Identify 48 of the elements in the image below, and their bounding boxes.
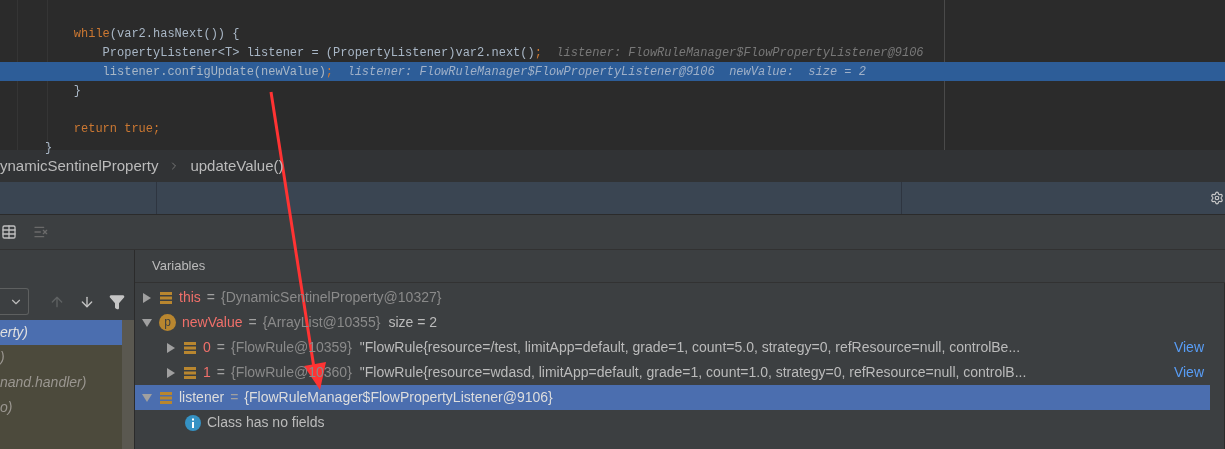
filter-icon[interactable] bbox=[109, 293, 125, 310]
breadcrumb-item[interactable]: ynamicSentinelProperty bbox=[0, 154, 159, 178]
variable-name: 1 bbox=[203, 363, 211, 382]
view-link[interactable]: View bbox=[1173, 337, 1204, 358]
equals-sign: = bbox=[206, 288, 215, 307]
code-text: return true; bbox=[72, 120, 161, 138]
equals-sign: = bbox=[216, 338, 225, 357]
variable-value: size = 2 bbox=[388, 313, 437, 332]
inline-value-hint: listener: FlowRuleManager$FlowPropertyListener@9106 newValue: size = 2 bbox=[346, 63, 866, 81]
field-icon bbox=[159, 290, 173, 305]
variable-value: "FlowRule{resource=wdasd, limitApp=default, grade=1, count=1.0, strategy=0, refResource=null, controlB... bbox=[359, 363, 1027, 382]
field-icon bbox=[183, 365, 197, 380]
variable-name: newValue bbox=[182, 313, 243, 332]
scrollbar[interactable] bbox=[122, 320, 134, 449]
equals-sign: = bbox=[248, 313, 257, 332]
info-message: Class has no fields bbox=[207, 413, 325, 432]
parameter-icon: p bbox=[159, 314, 176, 331]
variable-name: 0 bbox=[203, 338, 211, 357]
stack-frame[interactable]: erty) bbox=[0, 320, 122, 345]
stack-frame[interactable]: nand.handler) bbox=[0, 370, 122, 395]
code-text: } bbox=[45, 139, 53, 157]
panel-title: Variables bbox=[152, 257, 206, 276]
code-text: ; bbox=[325, 63, 334, 81]
variable-name: listener bbox=[179, 388, 225, 407]
field-icon bbox=[159, 390, 173, 405]
equals-sign: = bbox=[230, 388, 239, 407]
code-text: } bbox=[72, 82, 81, 100]
expand-icon[interactable] bbox=[141, 291, 153, 304]
view-link[interactable]: View bbox=[1173, 362, 1204, 383]
code-text: listener.configUpdate(newValue) bbox=[101, 63, 326, 81]
expand-icon[interactable] bbox=[165, 366, 177, 379]
code-text: while bbox=[72, 25, 110, 43]
variable-name: this bbox=[179, 288, 201, 307]
inline-value-hint: listener: FlowRuleManager$FlowPropertyListener@9106 bbox=[555, 44, 924, 62]
code-text: ; bbox=[534, 44, 542, 62]
table-icon[interactable] bbox=[1, 224, 17, 240]
collapse-icon[interactable] bbox=[141, 316, 153, 329]
field-icon bbox=[183, 340, 197, 355]
code-text: PropertyListener<T> listener = (PropertyListener)var2.next() bbox=[101, 44, 535, 62]
variable-reference: {FlowRuleManager$FlowPropertyListener@9106} bbox=[244, 388, 553, 407]
settings-icon[interactable] bbox=[1210, 191, 1224, 205]
expand-icon[interactable] bbox=[165, 341, 177, 354]
info-icon bbox=[185, 414, 201, 431]
code-text: (var2.hasNext()) { bbox=[109, 25, 240, 43]
variable-value: "FlowRule{resource=/test, limitApp=default, grade=1, count=5.0, strategy=0, refResource=null, controlBe... bbox=[359, 338, 1021, 357]
stack-frame[interactable]: o) bbox=[0, 395, 122, 420]
equals-sign: = bbox=[216, 363, 225, 382]
variable-row[interactable]: listener = {FlowRuleManager$FlowPropertyListener@9106} bbox=[135, 385, 1210, 410]
